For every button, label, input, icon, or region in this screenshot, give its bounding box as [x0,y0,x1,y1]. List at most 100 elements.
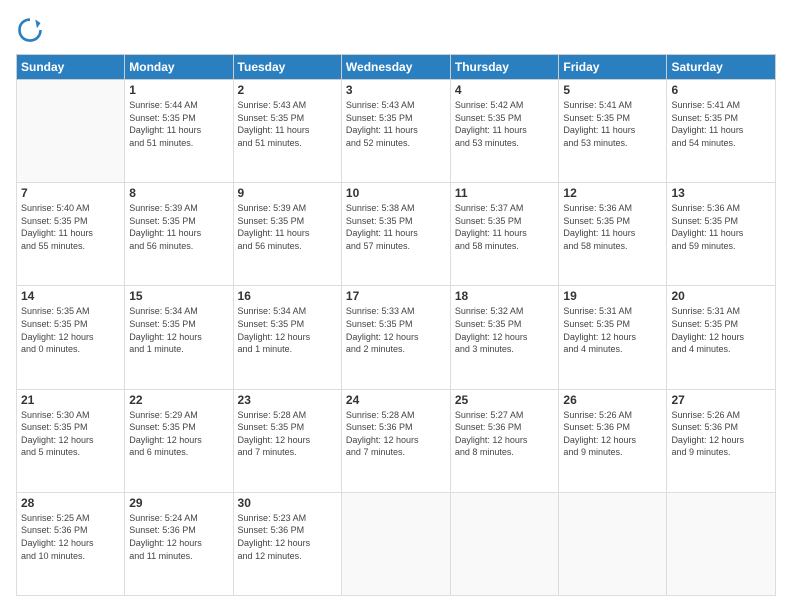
day-number: 5 [563,83,662,97]
calendar-cell: 18 Sunrise: 5:32 AMSunset: 5:35 PMDayligh… [450,286,559,389]
calendar-cell: 16 Sunrise: 5:34 AMSunset: 5:35 PMDayligh… [233,286,341,389]
day-info: Sunrise: 5:24 AMSunset: 5:36 PMDaylight:… [129,512,228,562]
day-number: 27 [671,393,771,407]
weekday-header-monday: Monday [125,55,233,80]
day-info: Sunrise: 5:32 AMSunset: 5:35 PMDaylight:… [455,305,555,355]
day-info: Sunrise: 5:27 AMSunset: 5:36 PMDaylight:… [455,409,555,459]
calendar-cell: 6Sunrise: 5:41 AMSunset: 5:35 PMDaylight… [667,80,776,183]
day-info: Sunrise: 5:23 AMSunset: 5:36 PMDaylight:… [238,512,337,562]
calendar-cell: 5 Sunrise: 5:41 AMSunset: 5:35 PMDaylight… [559,80,667,183]
day-info: Sunrise: 5:39 AMSunset: 5:35 PMDaylight:… [129,202,228,252]
calendar-cell [17,80,125,183]
calendar-cell: 28 Sunrise: 5:25 AMSunset: 5:36 PMDayligh… [17,492,125,595]
day-number: 24 [346,393,446,407]
week-row-3: 21 Sunrise: 5:30 AMSunset: 5:35 PMDayligh… [17,389,776,492]
day-number: 28 [21,496,120,510]
day-info: Sunrise: 5:36 AMSunset: 5:35 PMDaylight:… [671,202,771,252]
calendar-cell: 21 Sunrise: 5:30 AMSunset: 5:35 PMDayligh… [17,389,125,492]
day-info: Sunrise: 5:34 AMSunset: 5:35 PMDaylight:… [238,305,337,355]
calendar-cell [559,492,667,595]
calendar-cell: 3 Sunrise: 5:43 AMSunset: 5:35 PMDaylight… [341,80,450,183]
calendar-cell: 19 Sunrise: 5:31 AMSunset: 5:35 PMDayligh… [559,286,667,389]
day-number: 9 [238,186,337,200]
day-number: 17 [346,289,446,303]
calendar-cell: 24 Sunrise: 5:28 AMSunset: 5:36 PMDayligh… [341,389,450,492]
calendar-cell: 29 Sunrise: 5:24 AMSunset: 5:36 PMDayligh… [125,492,233,595]
day-number: 8 [129,186,228,200]
day-number: 18 [455,289,555,303]
calendar-cell: 12Sunrise: 5:36 AMSunset: 5:35 PMDayligh… [559,183,667,286]
calendar-cell: 15Sunrise: 5:34 AMSunset: 5:35 PMDayligh… [125,286,233,389]
day-info: Sunrise: 5:42 AMSunset: 5:35 PMDaylight:… [455,99,555,149]
day-info: Sunrise: 5:25 AMSunset: 5:36 PMDaylight:… [21,512,120,562]
day-number: 3 [346,83,446,97]
day-number: 10 [346,186,446,200]
weekday-header-wednesday: Wednesday [341,55,450,80]
weekday-header-row: SundayMondayTuesdayWednesdayThursdayFrid… [17,55,776,80]
day-number: 1 [129,83,228,97]
calendar-cell: 8 Sunrise: 5:39 AMSunset: 5:35 PMDaylight… [125,183,233,286]
logo [16,16,48,44]
calendar-cell: 2Sunrise: 5:43 AMSunset: 5:35 PMDaylight… [233,80,341,183]
day-info: Sunrise: 5:31 AMSunset: 5:35 PMDaylight:… [563,305,662,355]
day-info: Sunrise: 5:31 AMSunset: 5:35 PMDaylight:… [671,305,771,355]
day-number: 2 [238,83,337,97]
calendar-cell: 17 Sunrise: 5:33 AMSunset: 5:35 PMDayligh… [341,286,450,389]
calendar-cell: 30 Sunrise: 5:23 AMSunset: 5:36 PMDayligh… [233,492,341,595]
day-number: 20 [671,289,771,303]
day-number: 22 [129,393,228,407]
day-number: 26 [563,393,662,407]
weekday-header-saturday: Saturday [667,55,776,80]
day-number: 11 [455,186,555,200]
calendar-cell: 23Sunrise: 5:28 AMSunset: 5:35 PMDayligh… [233,389,341,492]
day-info: Sunrise: 5:36 AMSunset: 5:35 PMDaylight:… [563,202,662,252]
day-number: 7 [21,186,120,200]
day-info: Sunrise: 5:43 AMSunset: 5:35 PMDaylight:… [346,99,446,149]
calendar-cell: 25 Sunrise: 5:27 AMSunset: 5:36 PMDayligh… [450,389,559,492]
page: SundayMondayTuesdayWednesdayThursdayFrid… [0,0,792,612]
day-info: Sunrise: 5:35 AMSunset: 5:35 PMDaylight:… [21,305,120,355]
day-info: Sunrise: 5:37 AMSunset: 5:35 PMDaylight:… [455,202,555,252]
weekday-header-thursday: Thursday [450,55,559,80]
calendar-cell: 7 Sunrise: 5:40 AMSunset: 5:35 PMDaylight… [17,183,125,286]
day-info: Sunrise: 5:38 AMSunset: 5:35 PMDaylight:… [346,202,446,252]
day-info: Sunrise: 5:26 AMSunset: 5:36 PMDaylight:… [671,409,771,459]
calendar-cell: 22 Sunrise: 5:29 AMSunset: 5:35 PMDayligh… [125,389,233,492]
calendar-cell: 9 Sunrise: 5:39 AMSunset: 5:35 PMDaylight… [233,183,341,286]
day-number: 21 [21,393,120,407]
day-number: 16 [238,289,337,303]
day-info: Sunrise: 5:41 AMSunset: 5:35 PMDaylight:… [563,99,662,149]
day-info: Sunrise: 5:40 AMSunset: 5:35 PMDaylight:… [21,202,120,252]
calendar-cell [450,492,559,595]
day-info: Sunrise: 5:26 AMSunset: 5:36 PMDaylight:… [563,409,662,459]
day-number: 29 [129,496,228,510]
logo-icon [16,16,44,44]
day-info: Sunrise: 5:33 AMSunset: 5:35 PMDaylight:… [346,305,446,355]
week-row-0: 1 Sunrise: 5:44 AMSunset: 5:35 PMDaylight… [17,80,776,183]
day-info: Sunrise: 5:28 AMSunset: 5:36 PMDaylight:… [346,409,446,459]
day-number: 30 [238,496,337,510]
day-info: Sunrise: 5:29 AMSunset: 5:35 PMDaylight:… [129,409,228,459]
calendar-cell: 11 Sunrise: 5:37 AMSunset: 5:35 PMDayligh… [450,183,559,286]
day-number: 15 [129,289,228,303]
day-number: 4 [455,83,555,97]
day-number: 19 [563,289,662,303]
weekday-header-friday: Friday [559,55,667,80]
day-number: 25 [455,393,555,407]
week-row-1: 7 Sunrise: 5:40 AMSunset: 5:35 PMDaylight… [17,183,776,286]
calendar-cell: 10 Sunrise: 5:38 AMSunset: 5:35 PMDayligh… [341,183,450,286]
day-info: Sunrise: 5:44 AMSunset: 5:35 PMDaylight:… [129,99,228,149]
calendar-cell [341,492,450,595]
day-info: Sunrise: 5:39 AMSunset: 5:35 PMDaylight:… [238,202,337,252]
calendar-cell: 14Sunrise: 5:35 AMSunset: 5:35 PMDayligh… [17,286,125,389]
weekday-header-sunday: Sunday [17,55,125,80]
calendar-cell: 27 Sunrise: 5:26 AMSunset: 5:36 PMDayligh… [667,389,776,492]
weekday-header-tuesday: Tuesday [233,55,341,80]
week-row-2: 14Sunrise: 5:35 AMSunset: 5:35 PMDayligh… [17,286,776,389]
calendar-cell: 20 Sunrise: 5:31 AMSunset: 5:35 PMDayligh… [667,286,776,389]
header [16,16,776,44]
calendar-cell: 26 Sunrise: 5:26 AMSunset: 5:36 PMDayligh… [559,389,667,492]
day-info: Sunrise: 5:30 AMSunset: 5:35 PMDaylight:… [21,409,120,459]
calendar-cell [667,492,776,595]
week-row-4: 28 Sunrise: 5:25 AMSunset: 5:36 PMDayligh… [17,492,776,595]
